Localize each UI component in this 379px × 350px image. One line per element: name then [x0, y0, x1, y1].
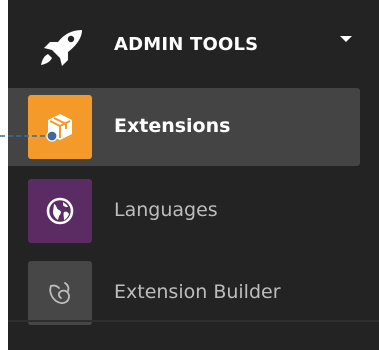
languages-tile	[28, 179, 92, 243]
menu-divider	[8, 320, 379, 322]
joomla-logo-icon	[49, 282, 70, 304]
cube-icon	[48, 114, 72, 140]
extensions-tile	[28, 95, 92, 159]
admin-tools-menu: ADMIN TOOLS Extensions Languages Extensi…	[8, 0, 379, 350]
globe-icon	[46, 197, 74, 225]
menu-item-extensions[interactable]: Extensions	[8, 88, 360, 166]
menu-item-languages[interactable]: Languages	[8, 172, 360, 250]
admin-panel: ADMIN TOOLS Extensions Languages Extensi…	[0, 0, 379, 350]
rocket-icon	[41, 30, 82, 66]
caret-down-icon[interactable]	[340, 36, 352, 42]
extension-builder-tile	[28, 261, 92, 325]
admin-tools-header[interactable]: ADMIN TOOLS	[8, 0, 379, 88]
menu-item-label: Extensions	[114, 115, 231, 137]
menu-item-label: Extension Builder	[114, 281, 281, 303]
menu-item-label: Languages	[114, 199, 218, 221]
admin-tools-title: ADMIN TOOLS	[114, 34, 259, 55]
